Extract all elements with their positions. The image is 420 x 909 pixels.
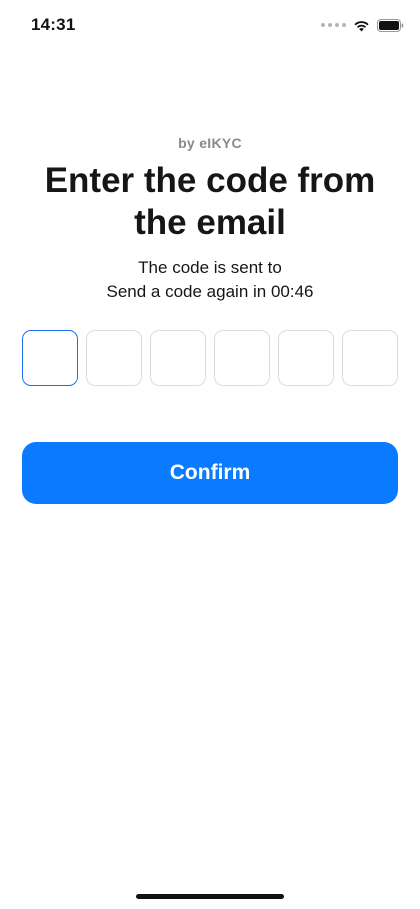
status-icons bbox=[321, 16, 404, 34]
wifi-icon bbox=[353, 19, 370, 32]
battery-icon bbox=[377, 18, 404, 32]
status-bar: 14:31 bbox=[0, 0, 420, 50]
status-time: 14:31 bbox=[31, 15, 76, 34]
signal-dots-icon bbox=[321, 23, 346, 27]
code-digit-6[interactable] bbox=[342, 330, 398, 386]
resend-timer-text[interactable]: Send a code again in 00:46 bbox=[20, 280, 400, 304]
code-digit-4[interactable] bbox=[214, 330, 270, 386]
confirm-button[interactable]: Confirm bbox=[22, 442, 398, 504]
code-digit-3[interactable] bbox=[150, 330, 206, 386]
verification-screen: 14:31 by eIKYC Enter the code from the e… bbox=[0, 0, 420, 909]
code-sent-text: The code is sent to bbox=[138, 258, 282, 277]
page-title: Enter the code from the email bbox=[44, 161, 376, 242]
home-indicator[interactable] bbox=[136, 894, 284, 899]
subtitle: The code is sent to Send a code again in… bbox=[20, 256, 400, 304]
code-digit-1[interactable] bbox=[22, 330, 78, 386]
brand-label: by eIKYC bbox=[178, 135, 242, 151]
code-digit-5[interactable] bbox=[278, 330, 334, 386]
code-input-row bbox=[22, 330, 398, 386]
code-digit-2[interactable] bbox=[86, 330, 142, 386]
